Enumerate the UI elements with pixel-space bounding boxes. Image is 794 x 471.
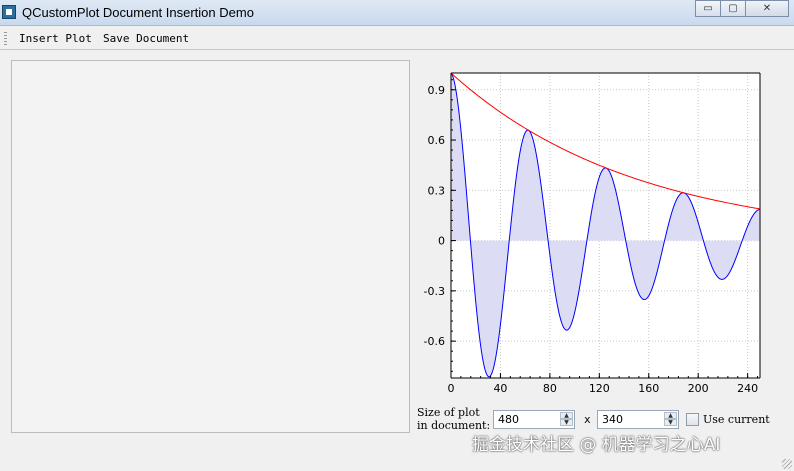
- y-tick-label: -0.6: [424, 335, 445, 348]
- app-icon: [2, 5, 16, 19]
- y-tick-label: 0.9: [428, 84, 446, 97]
- title-bar: QCustomPlot Document Insertion Demo ▭ ▢ …: [0, 0, 794, 26]
- plot-widget[interactable]: 0 40 80 120 160 200 240 0.9 0.6 0.3 0 -0.3 -0.6: [412, 60, 774, 398]
- width-spinbox[interactable]: 480 ▲ ▼: [493, 410, 575, 429]
- height-up-arrow-icon[interactable]: ▲: [664, 412, 677, 419]
- width-up-arrow-icon[interactable]: ▲: [560, 412, 573, 419]
- toolbar-grip-icon[interactable]: [4, 32, 7, 46]
- maximize-button[interactable]: ▢: [720, 0, 746, 17]
- resize-grip-icon[interactable]: [782, 459, 792, 469]
- width-value: 480: [498, 413, 519, 426]
- close-button[interactable]: ✕: [745, 0, 789, 17]
- save-document-button[interactable]: Save Document: [101, 31, 191, 46]
- insert-plot-button[interactable]: Insert Plot: [17, 31, 94, 46]
- x-tick-label: 40: [493, 382, 507, 395]
- toolbar: Insert Plot Save Document: [0, 28, 794, 50]
- watermark-text: 掘金技术社区 @ 机器学习之心AI: [472, 435, 721, 455]
- y-tick-label: -0.3: [424, 285, 445, 298]
- x-tick-label: 200: [688, 382, 709, 395]
- x-tick-label: 160: [638, 382, 659, 395]
- use-current-label: Use current: [703, 413, 770, 426]
- size-separator: x: [584, 413, 591, 426]
- x-tick-label: 80: [543, 382, 557, 395]
- height-down-arrow-icon[interactable]: ▼: [664, 419, 677, 426]
- window-controls: ▭ ▢ ✕: [695, 0, 789, 18]
- height-spinbox[interactable]: 340 ▲ ▼: [597, 410, 679, 429]
- minimize-button[interactable]: ▭: [695, 0, 721, 17]
- height-value: 340: [602, 413, 623, 426]
- y-tick-label: 0.3: [428, 184, 446, 197]
- y-tick-label: 0: [438, 235, 445, 248]
- y-tick-label: 0.6: [428, 134, 446, 147]
- document-editor[interactable]: [11, 60, 410, 433]
- use-current-checkbox[interactable]: [686, 413, 699, 426]
- width-down-arrow-icon[interactable]: ▼: [560, 419, 573, 426]
- x-tick-label: 240: [737, 382, 758, 395]
- window-title: QCustomPlot Document Insertion Demo: [22, 5, 254, 20]
- x-tick-label: 120: [589, 382, 610, 395]
- plot-size-label: Size of plot in document:: [417, 406, 491, 432]
- x-tick-label: 0: [448, 382, 455, 395]
